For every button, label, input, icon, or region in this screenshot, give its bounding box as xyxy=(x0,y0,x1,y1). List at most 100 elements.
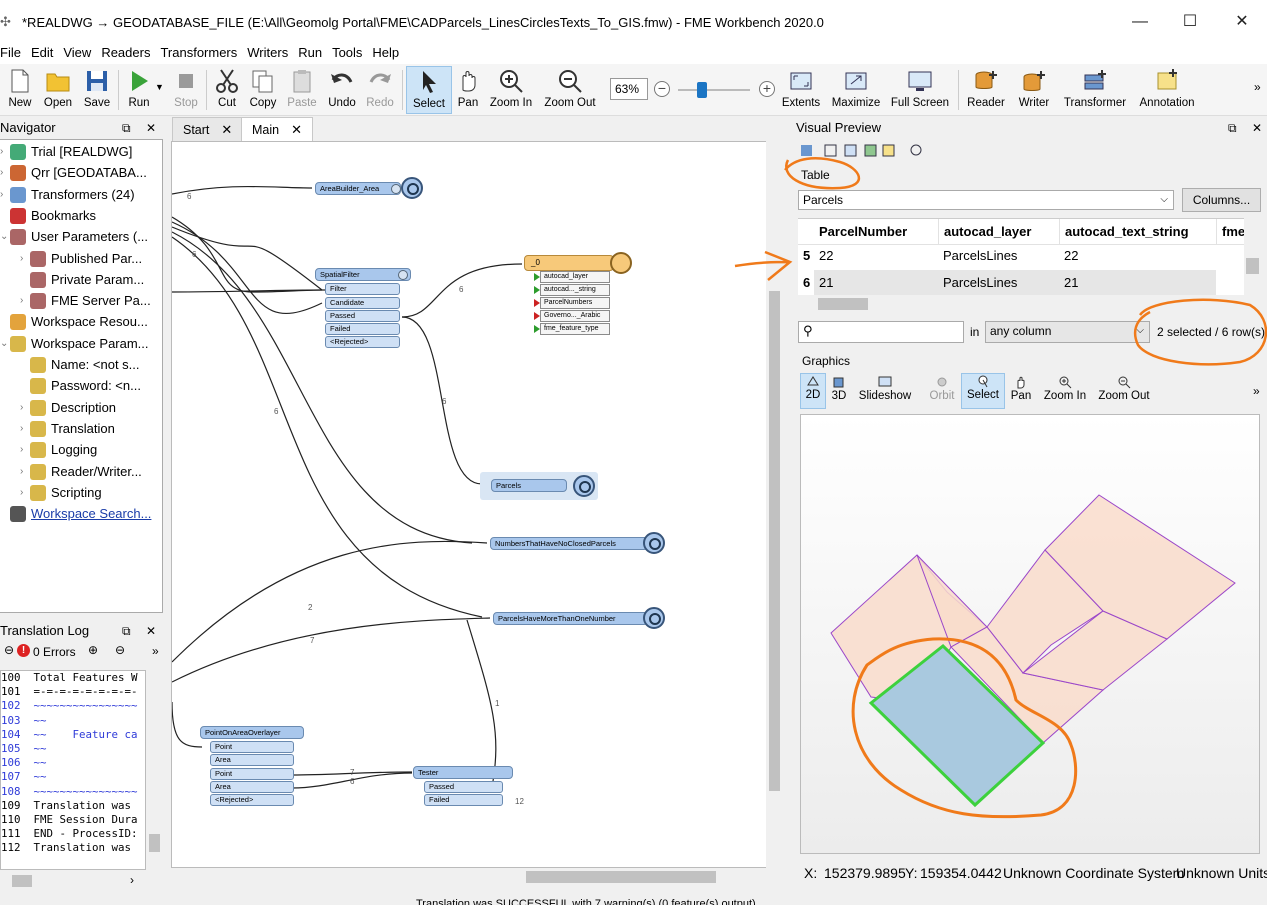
log-vscroll-thumb[interactable] xyxy=(149,834,160,852)
attr-fme-feature-type[interactable]: fme_feature_type xyxy=(540,323,610,335)
nav-item-transformers[interactable]: › Transformers (24) xyxy=(0,185,135,205)
inspector-magnifier-icon[interactable] xyxy=(401,177,423,199)
maximize-button[interactable]: ☐ xyxy=(1170,10,1210,34)
nav-item-param-description[interactable]: › Description xyxy=(20,398,116,418)
column-header-parcelnumber[interactable]: ParcelNumber xyxy=(814,219,936,245)
node-tester[interactable]: Tester xyxy=(413,766,513,779)
node-parcels[interactable]: Parcels xyxy=(491,479,567,492)
column-header-fme[interactable]: fme xyxy=(1216,219,1244,245)
column-header-autocad-text-string[interactable]: autocad_text_string xyxy=(1059,219,1215,245)
full-screen-button[interactable]: Full Screen xyxy=(888,66,952,114)
attr-autocad-string[interactable]: autocad..._string xyxy=(540,284,610,296)
menu-transformers[interactable]: Transformers xyxy=(155,45,242,64)
select-tool-button[interactable]: Select xyxy=(961,373,1005,409)
log-output[interactable]: 100 Total Features W 101 =-=-=-=-=-=-=-=-… xyxy=(0,670,146,870)
node-parcels-more-than-one-number[interactable]: ParcelsHaveMoreThanOneNumber xyxy=(493,612,648,625)
menu-readers[interactable]: Readers xyxy=(96,45,155,64)
nav-item-bookmarks[interactable]: Bookmarks xyxy=(0,206,96,226)
zoom-minus-icon[interactable]: − xyxy=(654,81,670,97)
copy-button[interactable]: Copy xyxy=(246,66,280,114)
port-area-in[interactable]: Area xyxy=(210,754,294,766)
columns-button[interactable]: Columns... xyxy=(1182,188,1261,212)
table-cell[interactable]: 21 xyxy=(1059,270,1215,296)
attr-governo-arabic[interactable]: Governo..._Arabic xyxy=(540,310,610,322)
table-vscroll-thumb[interactable] xyxy=(1246,258,1259,274)
search-scope-select[interactable]: any column ⌵ xyxy=(985,321,1150,343)
close-icon[interactable]: ✕ xyxy=(291,122,302,137)
port-tester-failed[interactable]: Failed xyxy=(424,794,503,806)
nav-item-workspace-parameters[interactable]: ⌄ Workspace Param... xyxy=(0,334,149,354)
expand-arrow-icon[interactable]: › xyxy=(20,440,30,460)
inspector-magnifier-icon[interactable] xyxy=(643,607,665,629)
menu-writers[interactable]: Writers xyxy=(242,45,293,64)
expand-arrow-icon[interactable]: › xyxy=(20,462,30,482)
attr-parcelnumbers[interactable]: ParcelNumbers xyxy=(540,297,610,309)
port-rejected-out[interactable]: <Rejected> xyxy=(210,794,294,806)
nav-item-param-name[interactable]: Name: <not s... xyxy=(20,355,140,375)
expand-arrow-icon[interactable]: › xyxy=(20,398,30,418)
orbit-button[interactable]: Orbit xyxy=(926,375,958,402)
menu-view[interactable]: View xyxy=(58,45,96,64)
zoom-slider[interactable] xyxy=(678,89,750,91)
log-overflow-icon[interactable]: » xyxy=(152,644,159,658)
port-tester-passed[interactable]: Passed xyxy=(424,781,503,793)
port-failed[interactable]: Failed xyxy=(325,323,400,335)
log-hscroll[interactable]: › xyxy=(0,872,163,890)
float-icon[interactable]: ⧉ xyxy=(1228,118,1237,138)
workspace-canvas[interactable]: AreaBuilder_Area SpatialFilter Filter Ca… xyxy=(171,141,767,868)
port-area-out[interactable]: Area xyxy=(210,781,294,793)
nav-item-private-parameters[interactable]: Private Param... xyxy=(20,270,144,290)
menu-edit[interactable]: Edit xyxy=(26,45,58,64)
redo-button[interactable]: Redo xyxy=(362,66,398,114)
close-icon[interactable]: ✕ xyxy=(146,621,156,641)
expand-arrow-icon[interactable]: › xyxy=(20,483,30,503)
canvas-vscroll[interactable] xyxy=(766,141,783,868)
zoom-in-button[interactable]: Zoom In xyxy=(1040,375,1090,402)
expand-arrow-icon[interactable]: › xyxy=(20,291,30,311)
close-icon[interactable]: ✕ xyxy=(146,118,156,138)
nav-item-trial-reader[interactable]: › Trial [REALDWG] xyxy=(0,142,132,162)
row-number[interactable]: 6 xyxy=(798,270,814,296)
prev-error-icon[interactable]: ⊖ xyxy=(115,643,125,657)
close-icon[interactable]: ✕ xyxy=(221,122,232,137)
view-3d-button[interactable]: 3D xyxy=(828,375,850,402)
extents-button[interactable]: Extents xyxy=(780,66,822,114)
maximize-view-button[interactable]: Maximize xyxy=(828,66,884,114)
view-2d-button[interactable]: 2D xyxy=(800,373,826,409)
graphics-view[interactable] xyxy=(800,414,1260,854)
tab-main[interactable]: Main ✕ xyxy=(241,117,313,141)
table-cell[interactable]: 21 xyxy=(814,270,936,296)
stop-button[interactable]: Stop xyxy=(170,66,202,114)
next-error-icon[interactable]: ⊕ xyxy=(88,643,98,657)
tab-start[interactable]: Start ✕ xyxy=(172,117,244,141)
float-icon[interactable]: ⧉ xyxy=(122,621,131,641)
close-icon[interactable]: ✕ xyxy=(1252,118,1262,138)
graphics-overflow-icon[interactable]: » xyxy=(1253,384,1260,398)
log-hscroll-thumb[interactable] xyxy=(12,875,32,887)
zoom-out-button[interactable]: Zoom Out xyxy=(1095,375,1153,402)
node-areabuilder-area[interactable]: AreaBuilder_Area xyxy=(315,182,401,195)
canvas-hscroll-thumb[interactable] xyxy=(526,871,716,883)
new-button[interactable]: New xyxy=(4,66,36,114)
canvas-vscroll-thumb[interactable] xyxy=(769,291,780,791)
writer-feature-type[interactable]: _0 xyxy=(524,255,614,271)
scroll-right-icon[interactable]: › xyxy=(130,873,134,887)
cut-button[interactable]: Cut xyxy=(210,66,244,114)
close-button[interactable]: ✕ xyxy=(1222,10,1262,34)
nav-item-published-parameters[interactable]: › Published Par... xyxy=(20,249,142,269)
nav-item-param-logging[interactable]: › Logging xyxy=(20,440,97,460)
expand-arrow-icon[interactable]: › xyxy=(0,142,10,162)
nav-item-user-parameters[interactable]: ⌄ User Parameters (... xyxy=(0,227,148,247)
table-vscroll[interactable] xyxy=(1244,218,1261,295)
node-numbers-no-closed-parcels[interactable]: NumbersThatHaveNoClosedParcels xyxy=(490,537,648,550)
table-cell[interactable]: ParcelsLines xyxy=(938,243,1058,269)
preview-table[interactable]: ParcelNumber autocad_layer autocad_text_… xyxy=(798,218,1244,296)
menu-file[interactable]: File xyxy=(0,45,26,64)
pan-button[interactable]: Pan xyxy=(1008,375,1034,402)
nav-item-param-reader-writer[interactable]: › Reader/Writer... xyxy=(20,462,142,482)
menu-help[interactable]: Help xyxy=(367,45,404,64)
log-vscroll[interactable] xyxy=(146,670,163,870)
node-spatialfilter[interactable]: SpatialFilter xyxy=(315,268,411,281)
menu-tools[interactable]: Tools xyxy=(327,45,367,64)
port-point-in[interactable]: Point xyxy=(210,741,294,753)
